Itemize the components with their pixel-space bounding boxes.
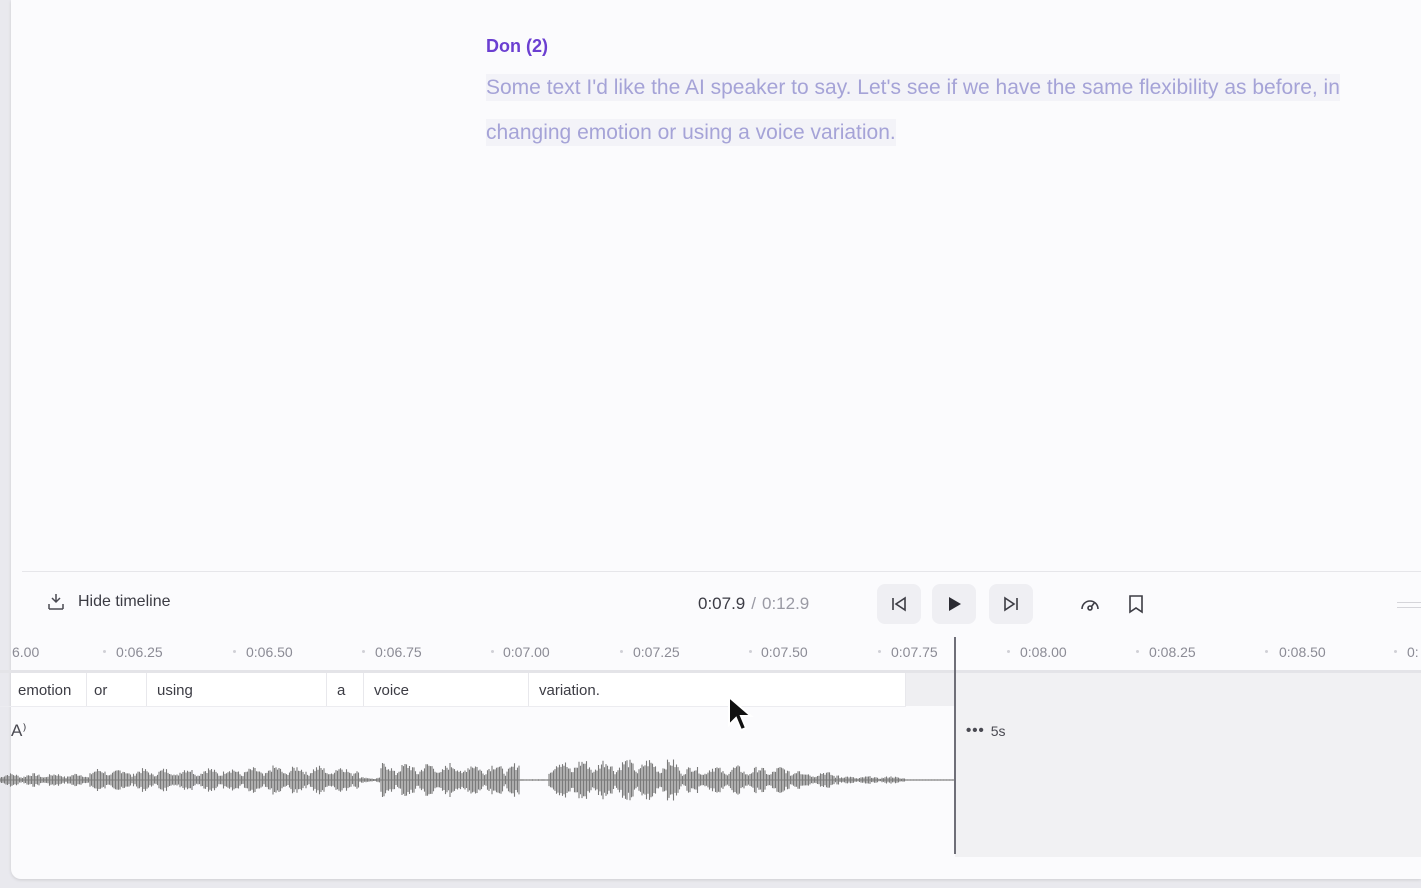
script-text-content[interactable]: Some text I'd like the AI speaker to say… — [486, 74, 1340, 146]
play-button[interactable] — [932, 584, 976, 624]
ruler-dot — [491, 650, 494, 653]
word-chip[interactable]: or — [87, 673, 147, 706]
skip-forward-button[interactable] — [989, 584, 1033, 624]
hide-timeline-label: Hide timeline — [78, 593, 171, 610]
word-chip[interactable]: variation. — [529, 673, 906, 706]
ruler-tick: 6.00 — [12, 644, 40, 660]
script-text[interactable]: Some text I'd like the AI speaker to say… — [486, 65, 1386, 155]
skip-back-icon — [892, 596, 906, 612]
unplayed-region — [955, 673, 1421, 857]
waveform[interactable] — [0, 752, 955, 812]
audio-track[interactable]: A⁾ — [0, 707, 955, 857]
pause-dots-icon: ••• — [966, 722, 985, 739]
ruler-tick: 0:07.50 — [761, 644, 808, 660]
ruler-dot — [1265, 650, 1268, 653]
ruler-tick: 0:07.25 — [633, 644, 680, 660]
bookmark-button[interactable] — [1114, 584, 1158, 624]
panel-resize-handle[interactable] — [1397, 602, 1421, 608]
ruler-tick: 0:06.75 — [375, 644, 422, 660]
word-chip[interactable]: using — [147, 673, 327, 706]
ruler-tick: 0:07.00 — [503, 644, 550, 660]
hide-timeline-icon — [46, 592, 66, 612]
pause-duration: 5s — [990, 722, 1006, 739]
ruler-dot — [103, 650, 106, 653]
time-ruler[interactable]: 6.00 0:06.25 0:06.50 0:06.75 0:07.00 0:0… — [0, 640, 1421, 670]
ruler-dot — [1394, 650, 1397, 653]
time-display: 0:07.9 / 0:12.9 — [698, 594, 809, 614]
time-separator: / — [751, 594, 756, 613]
skip-forward-icon — [1004, 596, 1018, 612]
ruler-dot — [1136, 650, 1139, 653]
ruler-tick: 0:06.25 — [116, 644, 163, 660]
word-chip[interactable]: a — [327, 673, 364, 706]
speed-gauge-icon — [1081, 600, 1099, 611]
playback-speed-button[interactable] — [1068, 584, 1112, 624]
voice-track-icon: A⁾ — [11, 721, 27, 740]
ruler-tick: 0:08.25 — [1149, 644, 1196, 660]
ruler-tick: 0:08.00 — [1020, 644, 1067, 660]
skip-back-button[interactable] — [877, 584, 921, 624]
mouse-pointer-icon — [728, 695, 754, 732]
current-time: 0:07.9 — [698, 594, 746, 613]
ruler-tick: 0: — [1407, 644, 1419, 660]
ruler-dot — [749, 650, 752, 653]
ruler-tick: 0:06.50 — [246, 644, 293, 660]
hide-timeline-button[interactable]: Hide timeline — [46, 592, 170, 612]
ruler-dot — [362, 650, 365, 653]
ruler-dot — [878, 650, 881, 653]
word-track-gap — [906, 673, 955, 706]
word-track: emotion or using a voice variation. — [0, 673, 906, 707]
script-block[interactable]: Don (2) Some text I'd like the AI speake… — [486, 36, 1386, 155]
bookmark-icon — [1129, 595, 1143, 614]
timeline-divider — [22, 571, 1421, 572]
total-time: 0:12.9 — [762, 594, 810, 613]
transport-bar: Hide timeline 0:07.9 / 0:12.9 — [0, 580, 1421, 628]
ruler-tick: 0:07.75 — [891, 644, 938, 660]
ruler-dot — [620, 650, 623, 653]
ruler-dot — [1007, 650, 1010, 653]
play-icon — [949, 597, 961, 611]
ruler-dot — [233, 650, 236, 653]
ruler-tick: 0:08.50 — [1279, 644, 1326, 660]
word-chip[interactable]: voice — [364, 673, 529, 706]
speaker-name[interactable]: Don (2) — [486, 36, 1386, 57]
pause-indicator[interactable]: ••• 5s — [966, 722, 1006, 739]
playhead[interactable] — [954, 637, 956, 854]
word-chip[interactable]: emotion — [11, 673, 87, 706]
